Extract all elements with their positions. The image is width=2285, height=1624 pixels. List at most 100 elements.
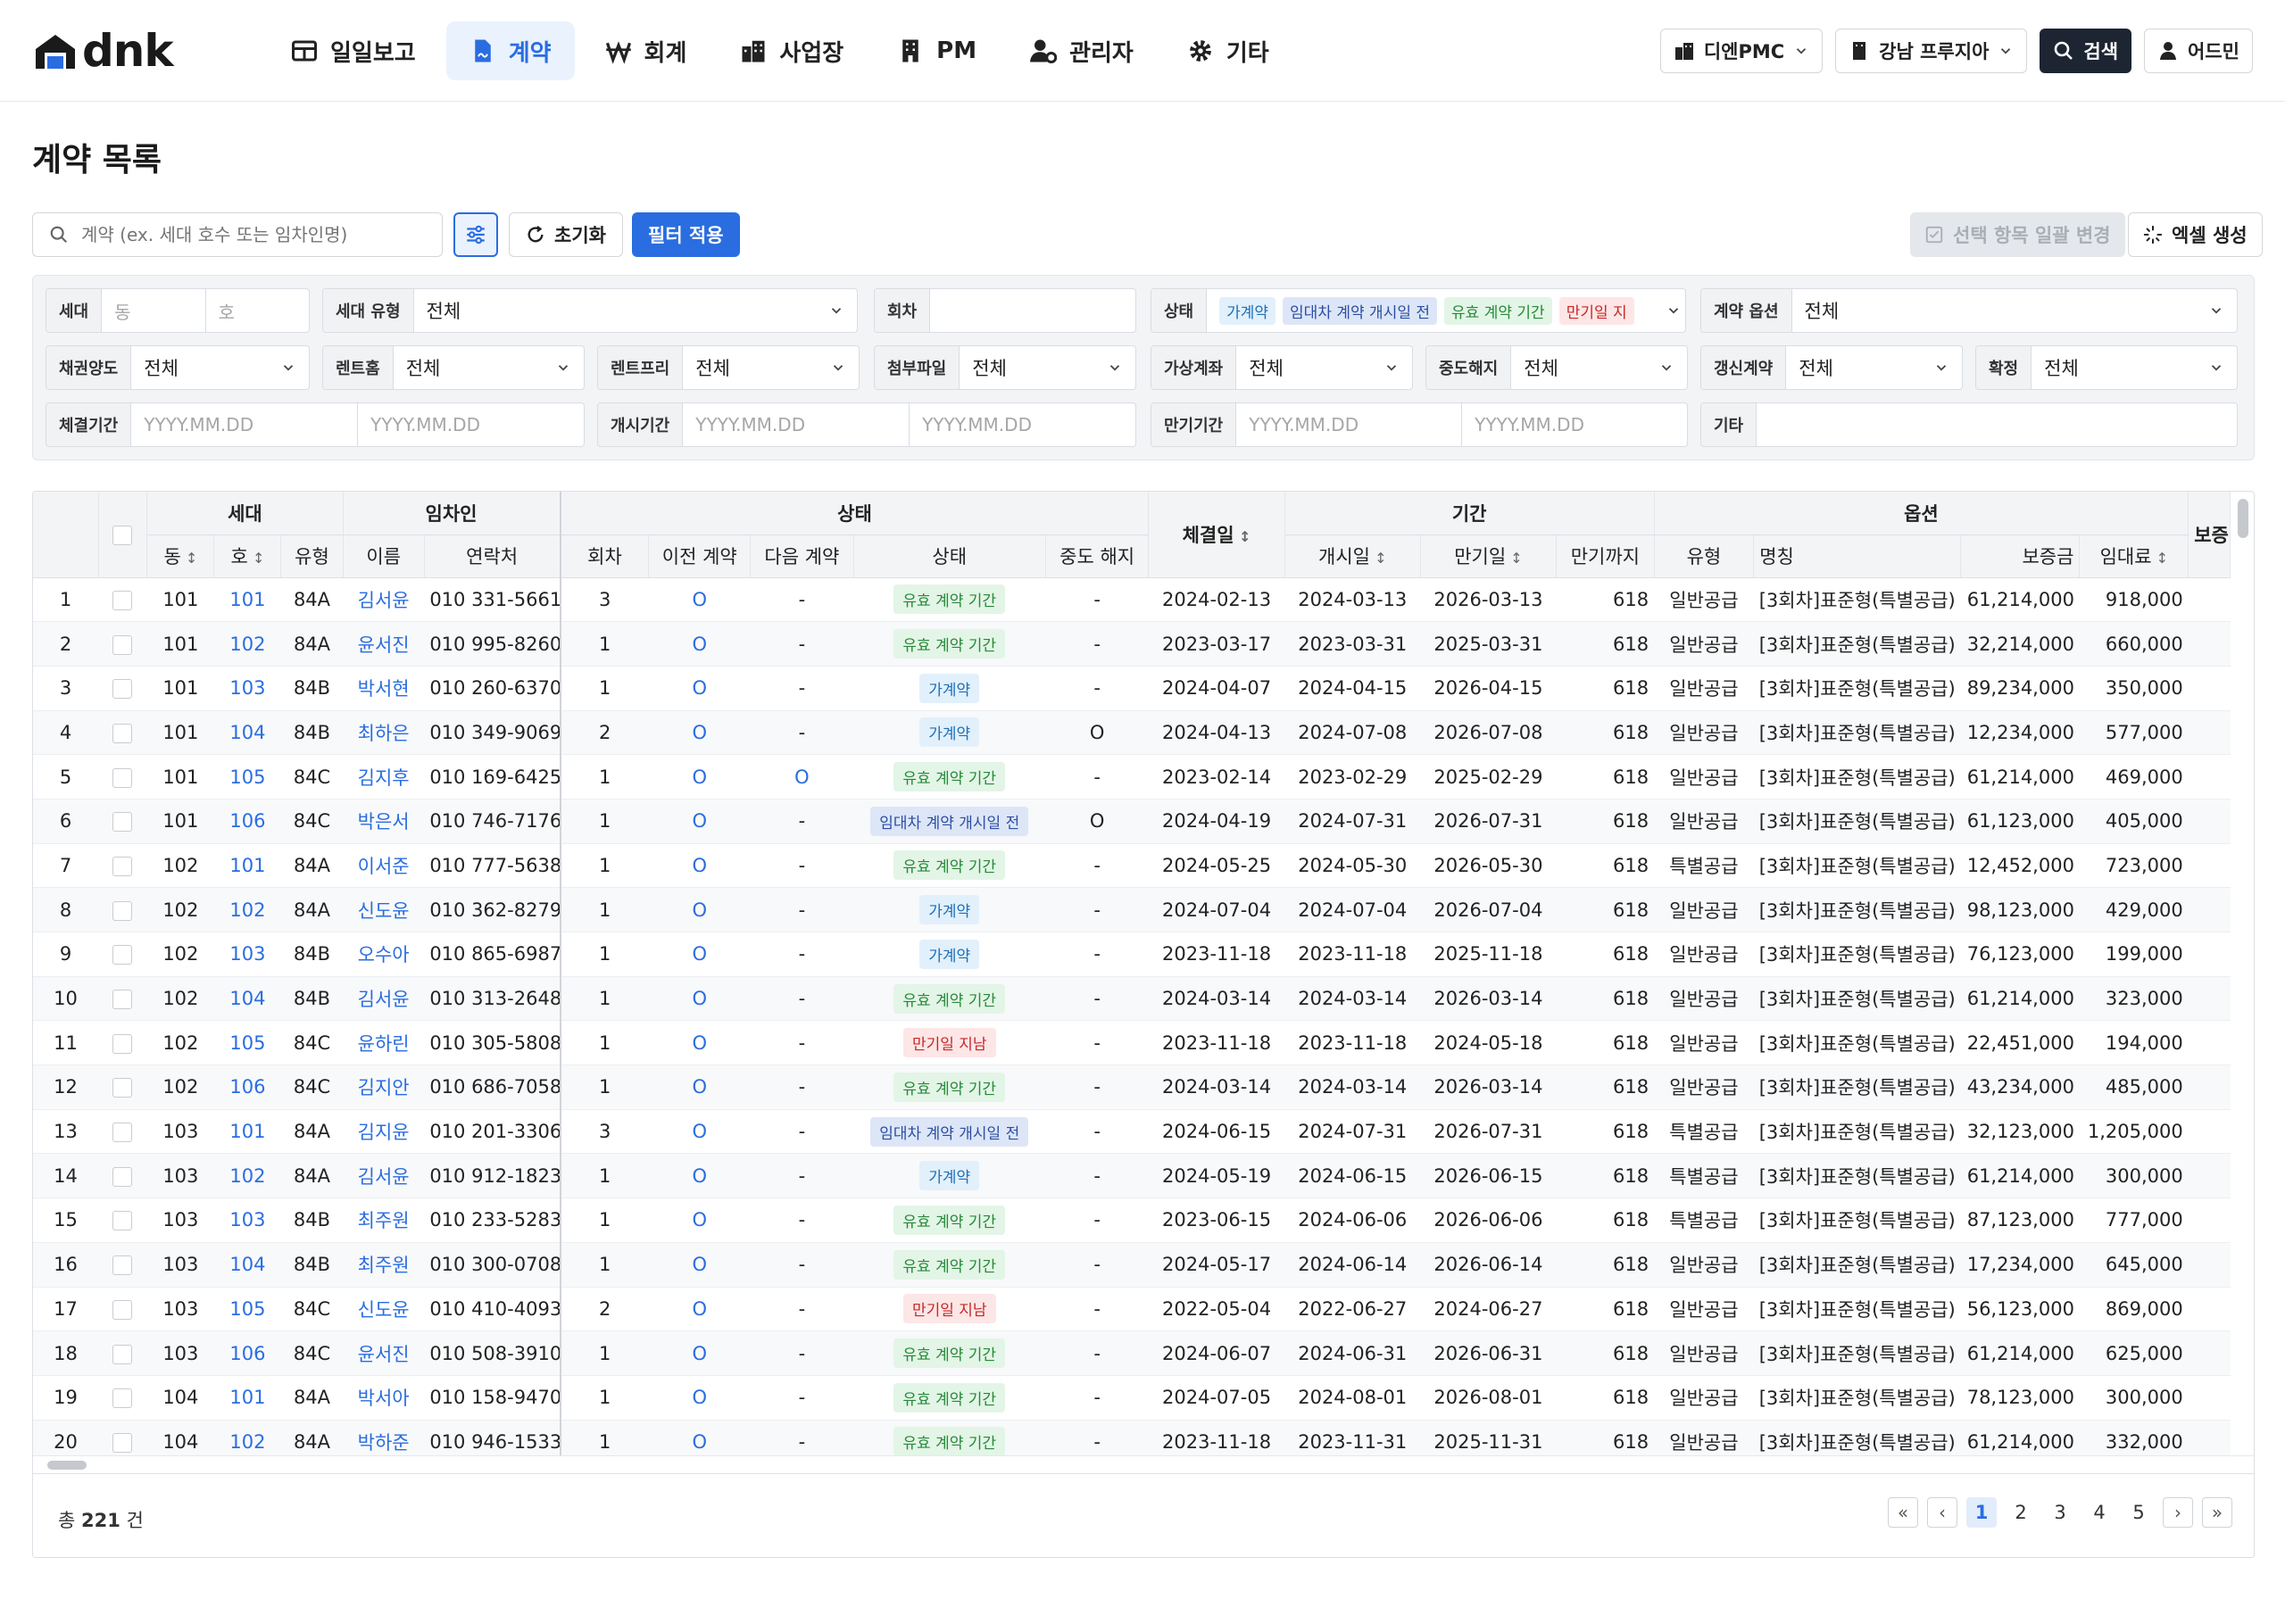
- table-row[interactable]: 7 102 101 84A 이서준 010 777-5638 1 O - 유효 계약 기간 -202…: [33, 843, 2231, 889]
- row-checkbox[interactable]: [112, 812, 133, 833]
- next-page-button[interactable]: ›: [2163, 1497, 2193, 1528]
- table-row[interactable]: 13 103 101 84A 김지윤 010 201-3306 3 O - 임대차 계약 개시일 …: [33, 1109, 2231, 1155]
- row-checkbox[interactable]: [112, 590, 133, 610]
- row-checkbox-cell[interactable]: [98, 666, 147, 711]
- header-rent[interactable]: 임대료: [2079, 534, 2189, 578]
- search-input[interactable]: [81, 224, 420, 245]
- prev-contract-link[interactable]: O: [648, 976, 751, 1022]
- table-row[interactable]: 19 104 101 84A 박서아 010 158-9470 1 O - 유효 계약 기간 -20…: [33, 1375, 2231, 1421]
- ho-link[interactable]: 105: [213, 1287, 281, 1332]
- end-from-date-input[interactable]: YYYY.MM.DD: [1236, 403, 1463, 446]
- row-checkbox[interactable]: [112, 634, 133, 655]
- row-checkbox-cell[interactable]: [98, 799, 147, 844]
- nav-item-accounting[interactable]: 회계: [582, 21, 710, 80]
- select-all-checkbox[interactable]: [112, 525, 133, 545]
- ho-link[interactable]: 102: [213, 621, 281, 667]
- row-checkbox[interactable]: [112, 1255, 133, 1276]
- ho-link[interactable]: 101: [213, 1375, 281, 1421]
- filter-renewal[interactable]: 갱신계약 전체: [1700, 345, 1963, 390]
- filter-status[interactable]: 상태 가계약 임대차 계약 개시일 전 유효 계약 기간 만기일 지: [1151, 288, 1686, 333]
- row-checkbox[interactable]: [112, 723, 133, 743]
- tenant-name-link[interactable]: 신도윤: [343, 887, 425, 932]
- sign-start-date-input[interactable]: YYYY.MM.DD: [131, 403, 359, 446]
- prev-contract-link[interactable]: O: [648, 1242, 751, 1288]
- tenant-name-link[interactable]: 오수아: [343, 932, 425, 977]
- prev-contract-link[interactable]: O: [648, 1020, 751, 1066]
- page-number[interactable]: 5: [2123, 1497, 2154, 1528]
- filter-etc[interactable]: 기타: [1700, 402, 2238, 447]
- prev-contract-link[interactable]: O: [648, 799, 751, 844]
- page-number[interactable]: 1: [1966, 1497, 1997, 1528]
- nav-item-admin[interactable]: 관리자: [1007, 21, 1157, 80]
- row-checkbox-cell[interactable]: [98, 932, 147, 977]
- table-row[interactable]: 6 101 106 84C 박은서 010 746-7176 1 O - 임대차 계약 개시일 전…: [33, 799, 2231, 844]
- row-checkbox[interactable]: [112, 767, 133, 788]
- nav-item-site[interactable]: 사업장: [717, 21, 867, 80]
- ho-link[interactable]: 101: [213, 1109, 281, 1155]
- prev-contract-link[interactable]: O: [648, 1287, 751, 1332]
- global-search-button[interactable]: 검색: [2040, 29, 2132, 73]
- table-row[interactable]: 14 103 102 84A 김서윤 010 912-1823 1 O - 가계약 -2024-05…: [33, 1153, 2231, 1199]
- prev-contract-link[interactable]: O: [648, 621, 751, 667]
- ho-link[interactable]: 104: [213, 1242, 281, 1288]
- row-checkbox[interactable]: [112, 1123, 133, 1143]
- status-tag[interactable]: 가계약: [1219, 296, 1276, 325]
- ho-link[interactable]: 106: [213, 1065, 281, 1110]
- filter-early-cancel[interactable]: 중도해지 전체: [1425, 345, 1688, 390]
- row-checkbox-cell[interactable]: [98, 1242, 147, 1288]
- header-dong[interactable]: 동: [146, 534, 215, 578]
- end-to-date-input[interactable]: YYYY.MM.DD: [1462, 403, 1687, 446]
- table-row[interactable]: 11 102 105 84C 윤하린 010 305-5808 1 O - 만기일 지남 -2023…: [33, 1020, 2231, 1066]
- tenant-name-link[interactable]: 박서아: [343, 1375, 425, 1421]
- tenant-name-link[interactable]: 최주원: [343, 1242, 425, 1288]
- table-row[interactable]: 1 101 101 84A 김서윤 010 331-5661 3 O - 유효 계약 기간 -202…: [33, 577, 2231, 623]
- row-checkbox[interactable]: [112, 1078, 133, 1098]
- row-checkbox-cell[interactable]: [98, 1065, 147, 1110]
- prev-contract-link[interactable]: O: [648, 887, 751, 932]
- horizontal-scrollbar[interactable]: [47, 1461, 87, 1470]
- prev-contract-link[interactable]: O: [648, 1330, 751, 1376]
- tenant-name-link[interactable]: 김서윤: [343, 577, 425, 623]
- row-checkbox-cell[interactable]: [98, 710, 147, 756]
- tenant-name-link[interactable]: 이서준: [343, 843, 425, 889]
- dong-input[interactable]: 동: [102, 289, 206, 332]
- ho-link[interactable]: 104: [213, 976, 281, 1022]
- ho-link[interactable]: 106: [213, 1330, 281, 1376]
- nav-item-daily-report[interactable]: 일일보고: [268, 21, 439, 80]
- filter-virtual-account[interactable]: 가상계좌 전체: [1151, 345, 1413, 390]
- round-input[interactable]: [930, 289, 1135, 332]
- company-select[interactable]: 디엔PMC: [1659, 29, 1824, 73]
- tenant-name-link[interactable]: 박은서: [343, 799, 425, 844]
- start-from-date-input[interactable]: YYYY.MM.DD: [683, 403, 910, 446]
- table-row[interactable]: 12 102 106 84C 김지안 010 686-7058 1 O - 유효 계약 기간 -20…: [33, 1065, 2231, 1110]
- table-row[interactable]: 16 103 104 84B 최주원 010 300-0708 1 O - 유효 계약 기간 -20…: [33, 1242, 2231, 1288]
- header-select-all[interactable]: [98, 492, 148, 578]
- ho-link[interactable]: 106: [213, 799, 281, 844]
- filter-confirmed[interactable]: 확정 전체: [1975, 345, 2238, 390]
- row-checkbox[interactable]: [112, 900, 133, 921]
- row-checkbox-cell[interactable]: [98, 887, 147, 932]
- sign-end-date-input[interactable]: YYYY.MM.DD: [358, 403, 584, 446]
- prev-contract-link[interactable]: O: [648, 1197, 751, 1243]
- row-checkbox-cell[interactable]: [98, 1330, 147, 1376]
- row-checkbox[interactable]: [112, 1344, 133, 1364]
- tenant-name-link[interactable]: 김서윤: [343, 1153, 425, 1199]
- row-checkbox-cell[interactable]: [98, 976, 147, 1022]
- reset-button[interactable]: 초기화: [509, 212, 623, 257]
- status-tag[interactable]: 만기일 지: [1558, 296, 1634, 325]
- table-row[interactable]: 18 103 106 84C 윤서진 010 508-3910 1 O - 유효 계약 기간 -20…: [33, 1330, 2231, 1376]
- row-checkbox[interactable]: [112, 1299, 133, 1320]
- row-checkbox-cell[interactable]: [98, 1109, 147, 1155]
- prev-contract-link[interactable]: O: [648, 666, 751, 711]
- table-row[interactable]: 4 101 104 84B 최하은 010 349-9069 2 O - 가계약 O 2024-04-…: [33, 710, 2231, 756]
- row-checkbox-cell[interactable]: [98, 1020, 147, 1066]
- prev-contract-link[interactable]: O: [648, 843, 751, 889]
- next-contract-cell[interactable]: O: [750, 754, 854, 800]
- prev-contract-link[interactable]: O: [648, 710, 751, 756]
- tenant-name-link[interactable]: 신도윤: [343, 1287, 425, 1332]
- bulk-edit-button[interactable]: 선택 항목 일괄 변경: [1910, 212, 2125, 257]
- tenant-name-link[interactable]: 김지윤: [343, 1109, 425, 1155]
- tenant-name-link[interactable]: 최주원: [343, 1197, 425, 1243]
- row-checkbox-cell[interactable]: [98, 1287, 147, 1332]
- row-checkbox-cell[interactable]: [98, 577, 147, 623]
